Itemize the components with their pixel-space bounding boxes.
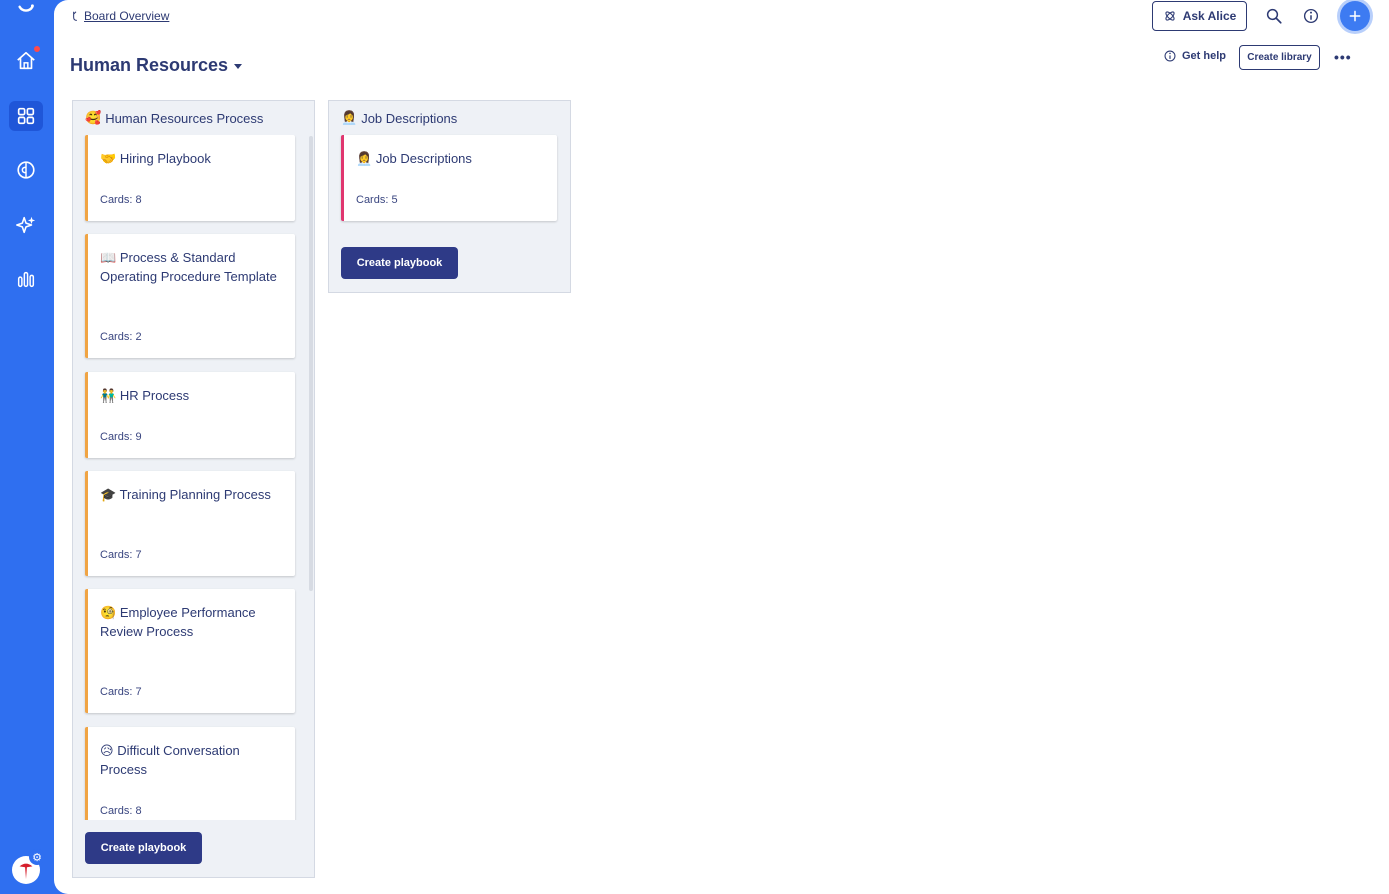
breadcrumb[interactable]: Board Overview [72, 9, 169, 23]
atom-icon [1165, 11, 1175, 21]
get-help-label: Get help [1182, 50, 1227, 62]
playbook-card[interactable]: 🎓 Training Planning Process Cards: 7 [85, 471, 295, 576]
card-title: Job Descriptions [375, 151, 472, 166]
more-options-icon[interactable]: ••• [1334, 49, 1352, 65]
playbook-card[interactable]: 👩‍💼 Job Descriptions Cards: 5 [341, 135, 557, 221]
notification-dot [34, 46, 40, 52]
card-count: Cards: 2 [100, 331, 142, 343]
boards-icon[interactable] [9, 101, 43, 131]
ask-alice-label: Ask Alice [1182, 9, 1237, 23]
breadcrumb-link[interactable]: Board Overview [84, 9, 169, 23]
column-title[interactable]: 👩‍💼 Job Descriptions [341, 110, 457, 126]
sidebar-rail: ⚙ [0, 0, 54, 894]
logo-icon[interactable] [9, 0, 43, 30]
card-title: Process & Standard Operating Procedure T… [100, 250, 277, 284]
playbook-card[interactable]: 📖 Process & Standard Operating Procedure… [85, 234, 295, 358]
main-panel: Board Overview Human Resources Ask Alice… [54, 0, 1389, 894]
card-emoji: 🤝 [100, 151, 117, 166]
get-help-link[interactable]: Get help [1163, 49, 1226, 63]
analytics-icon[interactable] [9, 264, 43, 294]
card-count: Cards: 8 [100, 805, 142, 817]
column-emoji: 🥰 [85, 110, 102, 125]
column-human-resources-process: 🥰 Human Resources Process 🤝 Hiring Playb… [72, 100, 315, 878]
column-title[interactable]: 🥰 Human Resources Process [85, 110, 263, 126]
card-count: Cards: 8 [100, 194, 142, 206]
card-title: Hiring Playbook [119, 151, 211, 166]
page-title[interactable]: Human Resources [70, 55, 243, 76]
help-info-icon [1164, 50, 1176, 62]
ask-alice-button[interactable]: Ask Alice [1152, 1, 1247, 31]
card-emoji: 👩‍💼 [356, 151, 373, 166]
add-button[interactable] [1340, 1, 1370, 31]
playbook-card[interactable]: 🤝 Hiring Playbook Cards: 8 [85, 135, 295, 221]
settings-gear-icon[interactable]: ⚙ [29, 849, 45, 865]
column-scrollbar[interactable] [309, 136, 313, 591]
card-title: Difficult Conversation Process [100, 743, 240, 777]
sparkle-icon[interactable] [9, 210, 43, 240]
column-job-descriptions: 👩‍💼 Job Descriptions 👩‍💼 Job Description… [328, 100, 571, 293]
playbook-card[interactable]: 😥 Difficult Conversation Process Cards: … [85, 727, 295, 820]
card-count: Cards: 5 [356, 194, 398, 206]
column-emoji: 👩‍💼 [341, 110, 358, 125]
create-playbook-button[interactable]: Create playbook [85, 832, 202, 864]
info-icon[interactable] [1300, 5, 1322, 27]
card-emoji: 👬 [100, 388, 117, 403]
card-emoji: 🎓 [100, 487, 117, 502]
card-count: Cards: 9 [100, 431, 142, 443]
chevron-down-icon [234, 64, 243, 69]
playbook-card[interactable]: 🧐 Employee Performance Review Process Ca… [85, 589, 295, 713]
card-count: Cards: 7 [100, 549, 142, 561]
card-emoji: 📖 [100, 250, 117, 265]
plus-icon [1349, 10, 1361, 22]
brain-icon[interactable] [9, 155, 43, 185]
card-count: Cards: 7 [100, 686, 142, 698]
card-title: Employee Performance Review Process [100, 605, 256, 639]
playbook-card[interactable]: 👬 HR Process Cards: 9 [85, 372, 295, 458]
card-list[interactable]: 🤝 Hiring Playbook Cards: 8 📖 Process & S… [73, 135, 316, 820]
create-library-button[interactable]: Create library [1239, 45, 1320, 70]
card-title: HR Process [119, 388, 190, 403]
column-title-text: Human Resources Process [105, 110, 264, 126]
column-title-text: Job Descriptions [361, 110, 458, 126]
page-title-text: Human Resources [70, 55, 229, 75]
card-emoji: 🧐 [100, 605, 117, 620]
search-icon[interactable] [1263, 5, 1285, 27]
card-emoji: 😥 [100, 743, 114, 758]
create-playbook-button[interactable]: Create playbook [341, 247, 458, 279]
card-title: Training Planning Process [119, 487, 271, 502]
back-arrow-icon [73, 10, 77, 21]
